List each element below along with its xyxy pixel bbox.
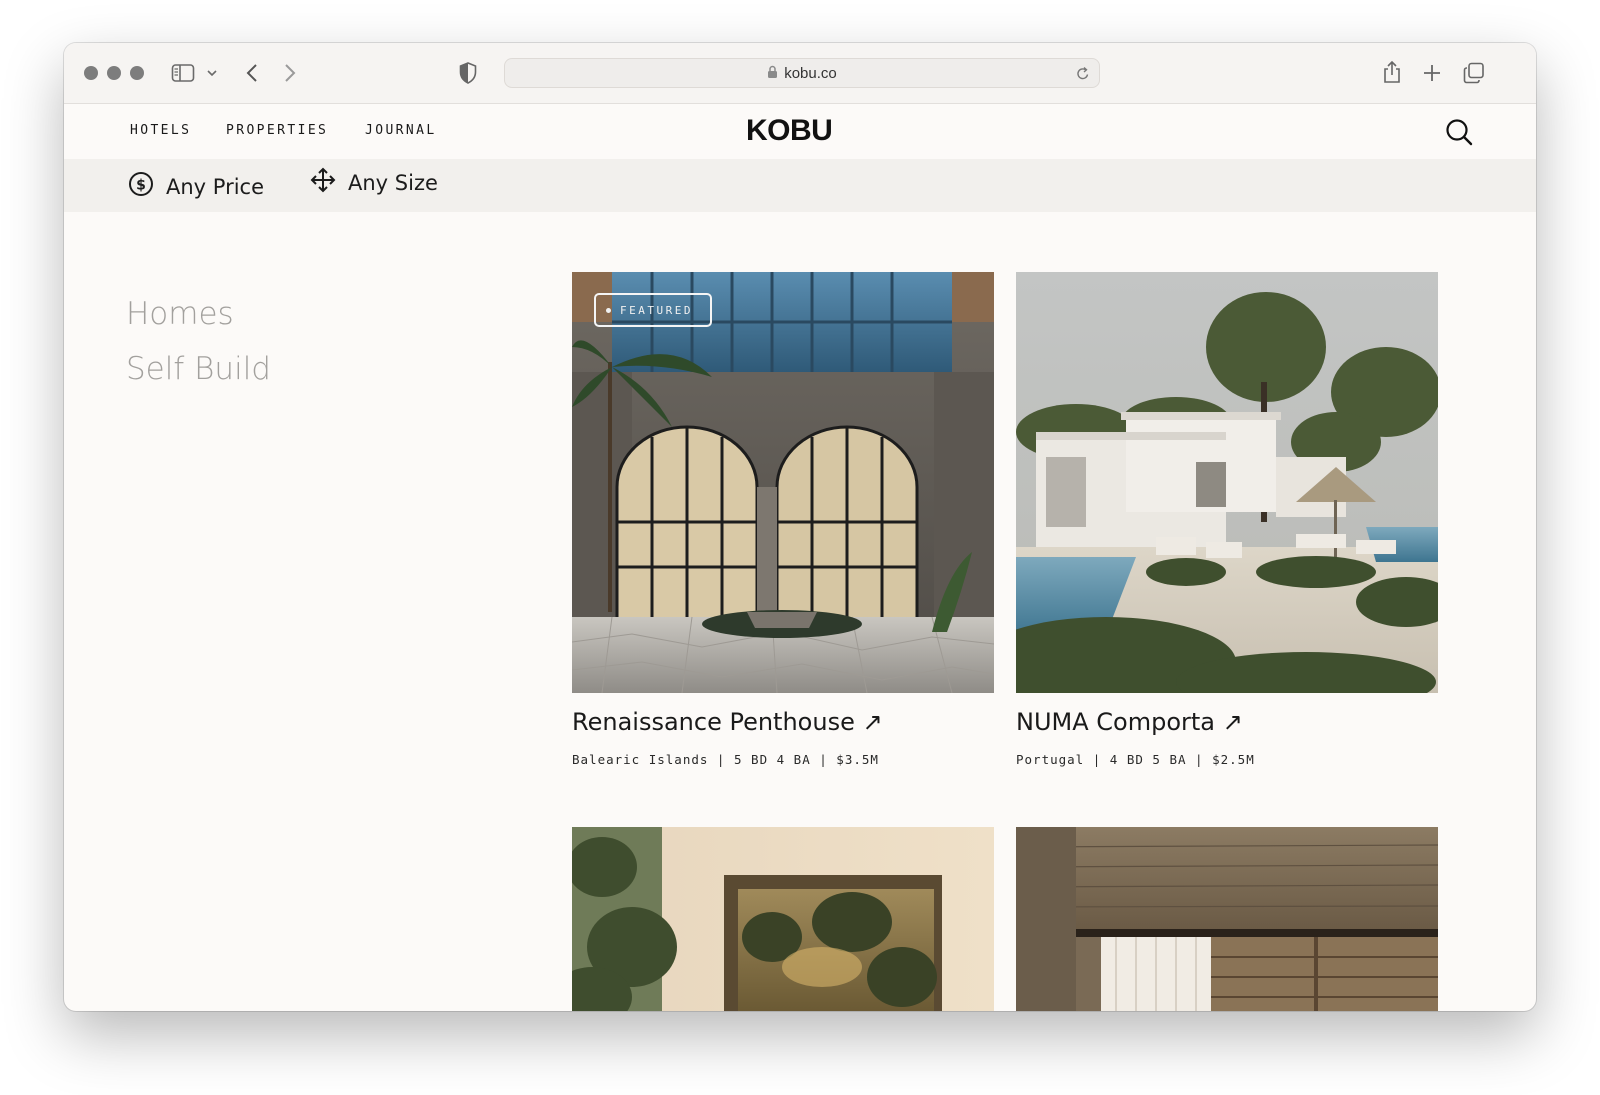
svg-text:$: $ xyxy=(136,178,146,194)
listing-image[interactable] xyxy=(572,827,994,1011)
listing-image[interactable] xyxy=(1016,827,1438,1011)
badge-label: FEATURED xyxy=(620,303,693,317)
chevron-down-icon[interactable] xyxy=(204,65,220,81)
sidebar-toggle-icon[interactable] xyxy=(170,60,196,86)
listing-meta: Portugal | 4 BD 5 BA | $2.5M xyxy=(1016,752,1255,767)
featured-badge: FEATURED xyxy=(594,293,712,327)
url-text: kobu.co xyxy=(784,65,837,82)
lock-icon xyxy=(767,65,778,83)
close-window-button[interactable] xyxy=(84,66,98,80)
listing-image[interactable] xyxy=(1016,272,1438,693)
size-filter-label: Any Size xyxy=(348,170,438,195)
nav-hotels[interactable]: HOTELS xyxy=(130,123,191,138)
size-filter-button[interactable]: Any Size xyxy=(310,167,438,198)
reload-icon[interactable] xyxy=(1075,65,1091,81)
tabs-overview-icon[interactable] xyxy=(1462,61,1486,85)
back-icon[interactable] xyxy=(240,60,264,86)
nav-properties[interactable]: PROPERTIES xyxy=(226,123,328,138)
listing-meta: Balearic Islands | 5 BD 4 BA | $3.5M xyxy=(572,752,879,767)
nav-journal[interactable]: JOURNAL xyxy=(365,123,437,138)
category-homes[interactable]: Homes xyxy=(126,296,234,332)
browser-window: kobu.co HOTELS PROPERTIES JOURNAL KOBU $ xyxy=(64,43,1536,1011)
forward-icon[interactable] xyxy=(278,60,302,86)
price-filter-button[interactable]: $ Any Price xyxy=(128,171,264,202)
listing-image[interactable]: FEATURED xyxy=(572,272,994,693)
filter-bar: $ Any Price Any Size xyxy=(64,159,1536,212)
category-self-build[interactable]: Self Build xyxy=(126,351,271,387)
badge-dot-icon xyxy=(606,307,611,313)
listing-title[interactable]: Renaissance Penthouse ↗ xyxy=(572,708,883,736)
shield-icon[interactable] xyxy=(456,61,480,85)
new-tab-icon[interactable] xyxy=(1420,61,1444,85)
move-arrows-icon xyxy=(310,167,336,198)
search-icon[interactable] xyxy=(1444,117,1474,147)
site-header: HOTELS PROPERTIES JOURNAL KOBU xyxy=(64,104,1536,159)
dollar-circle-icon: $ xyxy=(128,171,154,202)
site-logo[interactable]: KOBU xyxy=(746,114,833,148)
browser-toolbar: kobu.co xyxy=(64,43,1536,104)
price-filter-label: Any Price xyxy=(166,174,265,199)
share-icon[interactable] xyxy=(1380,59,1404,85)
address-bar[interactable]: kobu.co xyxy=(504,58,1100,88)
zoom-window-button[interactable] xyxy=(130,66,144,80)
listing-title[interactable]: NUMA Comporta ↗ xyxy=(1016,708,1243,736)
minimize-window-button[interactable] xyxy=(107,66,121,80)
